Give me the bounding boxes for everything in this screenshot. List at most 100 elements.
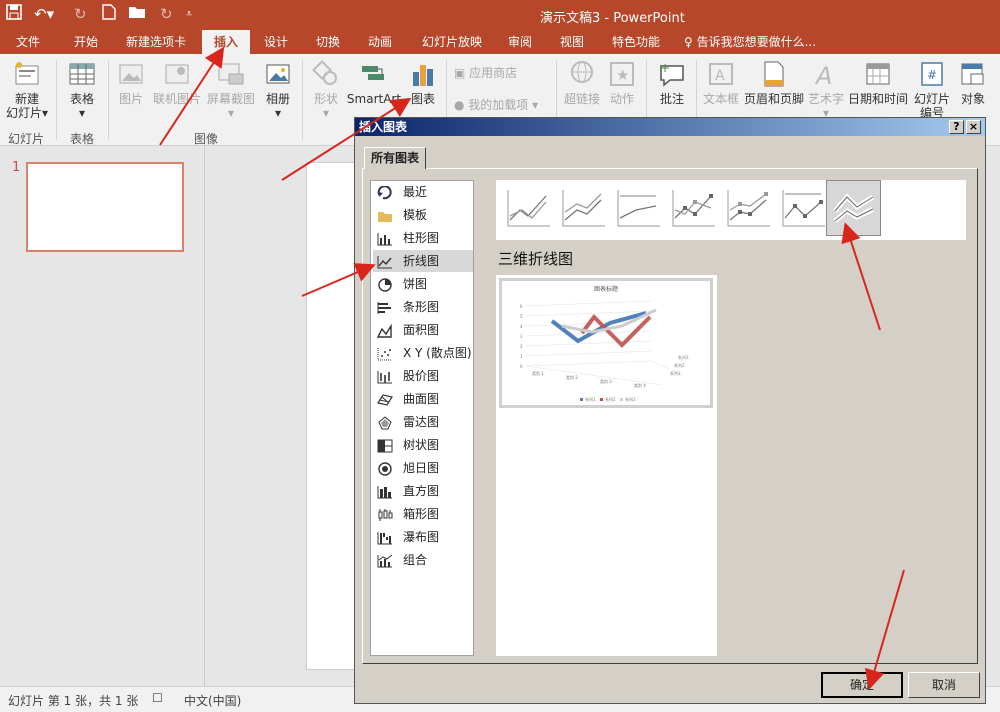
repeat-icon[interactable]: ↻ xyxy=(160,4,173,24)
histogram-chart-icon xyxy=(377,484,393,499)
new-slide-label: 新建 幻灯片 xyxy=(5,92,42,120)
category-pie[interactable]: 饼图 xyxy=(373,273,473,295)
category-bar[interactable]: 条形图 xyxy=(373,296,473,318)
subtype-100-stacked-line-markers[interactable] xyxy=(777,182,829,234)
chart-preview[interactable]: 图表标题 0123456 类别 1 类别 2 类别 3 类别 4 系列3 系列2 系列1 … xyxy=(499,278,713,408)
svg-text:A: A xyxy=(715,68,725,84)
screenshot-icon xyxy=(217,60,245,88)
new-slide-button[interactable]: 新建 幻灯片▾ xyxy=(4,60,50,120)
table-icon xyxy=(68,60,96,88)
album-button[interactable]: 相册 ▾ xyxy=(258,60,298,120)
category-surface[interactable]: 曲面图 xyxy=(373,388,473,410)
category-area[interactable]: 面积图 xyxy=(373,319,473,341)
title-bar: ↶▾ ↻ ↻ ⩡ 演示文稿3 - PowerPoint xyxy=(0,0,1000,30)
legend-item: 系列2 xyxy=(605,396,616,402)
chart-preview-area: 图表标题 0123456 类别 1 类别 2 类别 3 类别 4 系列3 系列2 系列1 … xyxy=(496,275,717,656)
smartart-button[interactable]: SmartArt xyxy=(346,60,402,106)
language-status[interactable]: 中文(中国) xyxy=(184,692,241,709)
hyperlink-button[interactable]: 超链接 xyxy=(560,60,604,106)
category-sunburst[interactable]: 旭日图 xyxy=(373,457,473,479)
tab-slideshow[interactable]: 幻灯片放映 xyxy=(414,30,490,54)
category-combo[interactable]: 组合 xyxy=(373,549,473,571)
tab-new[interactable]: 新建选项卡 xyxy=(118,30,194,54)
tab-home[interactable]: 开始 xyxy=(64,30,108,54)
online-picture-icon xyxy=(163,60,191,88)
redo-icon[interactable]: ↻ xyxy=(74,4,87,24)
sunburst-chart-icon xyxy=(377,461,393,476)
category-column[interactable]: 柱形图 xyxy=(373,227,473,249)
my-addins-button[interactable]: ● 我的加载项 ▾ xyxy=(454,98,550,112)
category-treemap[interactable]: 树状图 xyxy=(373,434,473,456)
ytick: 1 xyxy=(520,354,523,359)
column-chart-icon xyxy=(377,231,393,246)
tab-design[interactable]: 设计 xyxy=(256,30,296,54)
tab-view[interactable]: 视图 xyxy=(552,30,592,54)
subtype-stacked-line[interactable] xyxy=(557,182,609,234)
category-waterfall[interactable]: 瀑布图 xyxy=(373,526,473,548)
textbox-button[interactable]: A 文本框 xyxy=(700,60,742,106)
new-file-icon[interactable] xyxy=(102,4,116,24)
header-footer-label: 页眉和页脚 xyxy=(743,92,804,106)
preview-chart: 图表标题 0123456 类别 1类别 2类别 3类别 4 系列3系列2系列1 … xyxy=(520,285,689,402)
category-label: 最近 xyxy=(403,185,428,199)
comment-button[interactable]: + 批注 xyxy=(652,60,692,106)
app-store-button[interactable]: ▣ 应用商店 xyxy=(454,66,534,80)
picture-button[interactable]: 图片 xyxy=(112,60,150,106)
object-button[interactable]: 对象 xyxy=(954,60,992,106)
online-picture-button[interactable]: 联机图片 xyxy=(152,60,202,106)
save-icon[interactable] xyxy=(6,4,22,24)
tell-me-box[interactable]: ♀ 告诉我您想要做什么... xyxy=(684,30,824,54)
help-button[interactable]: ? xyxy=(949,120,964,134)
header-footer-button[interactable]: 页眉和页脚 xyxy=(742,60,806,106)
subtype-100-stacked-line[interactable] xyxy=(612,182,664,234)
category-label: 树状图 xyxy=(403,438,440,452)
tab-file[interactable]: 文件 xyxy=(6,30,50,54)
wordart-button[interactable]: A 艺术字 ▾ xyxy=(806,60,846,120)
subtype-stacked-line-markers[interactable] xyxy=(722,182,774,234)
tab-animations[interactable]: 动画 xyxy=(360,30,400,54)
tab-transitions[interactable]: 切换 xyxy=(308,30,348,54)
category-histogram[interactable]: 直方图 xyxy=(373,480,473,502)
shapes-button[interactable]: 形状 ▾ xyxy=(306,60,346,120)
subtype-line-markers[interactable] xyxy=(667,182,719,234)
undo-icon[interactable]: ↶▾ xyxy=(34,4,54,24)
comment-icon: + xyxy=(658,60,686,88)
chart-button[interactable]: 图表 xyxy=(404,60,442,106)
ok-button[interactable]: 确定 xyxy=(821,672,903,698)
album-label: 相册 xyxy=(265,92,290,106)
dialog-title-bar[interactable]: 插入图表 xyxy=(355,118,985,136)
subtype-line[interactable] xyxy=(502,182,554,234)
table-button[interactable]: 表格 ▾ xyxy=(62,60,102,120)
category-radar[interactable]: 雷达图 xyxy=(373,411,473,433)
category-line[interactable]: 折线图 xyxy=(373,250,473,272)
shapes-label: 形状 xyxy=(313,92,338,106)
combo-chart-icon xyxy=(377,553,393,568)
category-template[interactable]: 模板 xyxy=(373,204,473,226)
action-button[interactable]: ★ 动作 xyxy=(604,60,640,106)
ytick: 2 xyxy=(520,344,523,349)
customize-qat-icon[interactable]: ⩡ xyxy=(186,4,192,24)
close-button[interactable]: × xyxy=(966,120,981,134)
screenshot-button[interactable]: 屏幕截图 ▾ xyxy=(204,60,258,120)
open-folder-icon[interactable] xyxy=(128,4,146,24)
tab-special[interactable]: 特色功能 xyxy=(604,30,668,54)
tab-all-charts[interactable]: 所有图表 xyxy=(364,147,426,169)
datetime-button[interactable]: 日期和时间 xyxy=(846,60,910,106)
depth-label: 系列1 xyxy=(670,370,681,376)
category-recent[interactable]: 最近 xyxy=(373,181,473,203)
category-stock[interactable]: 股价图 xyxy=(373,365,473,387)
slide-thumbnail[interactable] xyxy=(26,162,184,252)
slide-number-label: 幻灯片 编号 xyxy=(913,92,950,120)
spellcheck-icon[interactable]: ☐ xyxy=(152,691,163,705)
tab-review[interactable]: 审阅 xyxy=(500,30,540,54)
cancel-button[interactable]: 取消 xyxy=(908,672,980,698)
category-boxwhisker[interactable]: 箱形图 xyxy=(373,503,473,525)
category-label: 柱形图 xyxy=(403,231,440,245)
category-scatter[interactable]: X Y (散点图) xyxy=(373,342,473,364)
tab-insert[interactable]: 插入 xyxy=(202,30,250,54)
chart-label: 图表 xyxy=(410,92,435,106)
slide-number: 1 xyxy=(12,160,21,175)
addins-icon: ● xyxy=(454,98,469,112)
slide-number-button[interactable]: # 幻灯片 编号 xyxy=(912,60,952,120)
subtype-3d-line[interactable] xyxy=(826,180,881,236)
